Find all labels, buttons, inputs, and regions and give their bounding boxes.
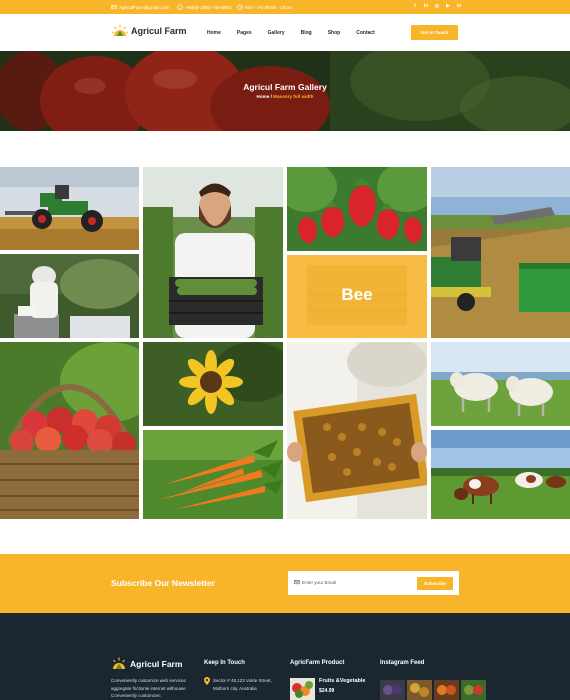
gallery-tile-honeycomb[interactable] bbox=[287, 342, 427, 519]
footer-logo[interactable]: Agricul Farm bbox=[111, 657, 182, 671]
nav-blog[interactable]: Blog bbox=[301, 30, 312, 36]
email-field[interactable]: Enter your Email bbox=[294, 579, 336, 585]
address-line: Sector # 48,123 Vokte Street, bbox=[213, 678, 272, 683]
gallery-tile-apples[interactable] bbox=[0, 342, 139, 519]
footer-address: Sector # 48,123 Vokte Street, Molborn ci… bbox=[204, 677, 279, 692]
envelope-icon bbox=[111, 5, 117, 10]
honeycomb-frame-image bbox=[287, 342, 427, 519]
tractor-image bbox=[0, 167, 139, 250]
instagram-icon[interactable]: ◎ bbox=[434, 3, 440, 9]
gallery-tile-sheep[interactable] bbox=[431, 342, 570, 426]
brand-name: Agricul Farm bbox=[131, 26, 187, 36]
bee-card-label: Bee bbox=[341, 285, 373, 304]
site-logo[interactable]: Agricul Farm bbox=[112, 24, 187, 38]
instagram-feed bbox=[380, 680, 486, 700]
strawberries-image bbox=[287, 167, 427, 251]
main-menu: Home Pages Gallery Blog Shop Contact bbox=[207, 30, 375, 36]
clock-icon bbox=[237, 4, 243, 10]
breadcrumb-current: Masonry full width bbox=[273, 94, 314, 99]
gallery-tile-bee-card[interactable]: Bee bbox=[287, 255, 427, 338]
site-footer: Agricul Farm Conveniently customize web … bbox=[0, 613, 570, 700]
topbar-phone[interactable]: +88(0)-1(80)-745-6983 bbox=[177, 4, 232, 10]
farmer-cucumbers-image bbox=[143, 167, 283, 338]
linkedin-icon[interactable]: in bbox=[423, 3, 429, 9]
page-hero-banner: Agricul Farm Gallery Home / Masonry full… bbox=[0, 51, 570, 131]
footer-about-text: Conveniently customize web services aggr… bbox=[111, 677, 197, 700]
phone-icon bbox=[177, 4, 183, 10]
nav-shop[interactable]: Shop bbox=[328, 30, 341, 36]
twitter-icon[interactable]: t bbox=[412, 3, 418, 9]
breadcrumb: Home / Masonry full width bbox=[0, 94, 570, 99]
gallery-tile-carrots[interactable] bbox=[143, 430, 283, 519]
product-price: $24.99 bbox=[319, 688, 335, 694]
footer-about-line: Conveniently customizec bbox=[111, 693, 161, 698]
footer-brand-name: Agricul Farm bbox=[130, 659, 183, 669]
instagram-thumb[interactable] bbox=[407, 680, 432, 700]
footer-about-line: Conveniently customize web services bbox=[111, 678, 186, 683]
instagram-thumb[interactable] bbox=[434, 680, 459, 700]
topbar-email[interactable]: AgriculFarm@gmail.com bbox=[111, 4, 169, 10]
envelope-icon bbox=[294, 580, 300, 585]
apple-basket-image bbox=[0, 342, 139, 519]
cows-image bbox=[431, 430, 570, 519]
nav-contact[interactable]: Contact bbox=[356, 30, 375, 36]
top-bar: AgriculFarm@gmail.com +88(0)-1(80)-745-6… bbox=[0, 0, 570, 14]
nav-gallery[interactable]: Gallery bbox=[268, 30, 285, 36]
nav-pages[interactable]: Pages bbox=[237, 30, 252, 36]
sun-logo-icon bbox=[112, 24, 128, 36]
newsletter-form: Enter your Email Subscribe bbox=[288, 571, 459, 595]
topbar-hours: Mon - Fri 09:00 - 18:00 bbox=[237, 4, 292, 10]
email-placeholder: Enter your Email bbox=[302, 579, 336, 585]
topbar-phone-text: +88(0)-1(80)-745-6983 bbox=[185, 4, 232, 10]
gallery-tile-cows[interactable] bbox=[431, 430, 570, 519]
breadcrumb-home[interactable]: Home bbox=[257, 94, 270, 99]
newsletter-title: Subscribe Our Newsletter bbox=[111, 578, 215, 588]
gallery-tile-sunflower[interactable] bbox=[143, 342, 283, 426]
nav-home[interactable]: Home bbox=[207, 30, 221, 36]
gallery-tile-harvester[interactable] bbox=[431, 167, 570, 338]
gallery-tile-farmer[interactable] bbox=[143, 167, 283, 338]
sunflower-image bbox=[143, 342, 283, 426]
product-name: Fruits &Vegetable bbox=[319, 678, 366, 684]
footer-about-line: aggregate frictionle internet withouwe bbox=[111, 685, 186, 691]
footer-contact-heading: Keep In Touch bbox=[204, 660, 245, 666]
sun-logo-icon bbox=[113, 657, 125, 669]
location-pin-icon bbox=[204, 677, 210, 685]
address-line: Molborn city, Australia bbox=[213, 685, 257, 691]
subscribe-button[interactable]: Subscribe bbox=[417, 577, 453, 590]
get-in-touch-button[interactable]: Get in Touch bbox=[411, 25, 458, 40]
linkedin-icon[interactable]: in bbox=[456, 3, 462, 9]
youtube-icon[interactable]: ▶ bbox=[445, 3, 451, 9]
footer-instagram-heading: Instagram Feed bbox=[380, 660, 425, 666]
harvester-image bbox=[431, 167, 570, 338]
page-title: Agricul Farm Gallery bbox=[243, 82, 327, 92]
footer-product-item[interactable]: Fruits &Vegetable $24.99 bbox=[290, 678, 365, 700]
beekeeper-image bbox=[0, 254, 139, 338]
instagram-thumb[interactable] bbox=[461, 680, 486, 700]
product-thumbnail bbox=[290, 678, 315, 700]
topbar-email-text: AgriculFarm@gmail.com bbox=[119, 4, 170, 10]
carrots-image bbox=[143, 430, 283, 519]
sheep-image bbox=[431, 342, 570, 426]
gallery-tile-beekeeper[interactable] bbox=[0, 254, 139, 338]
main-navbar: Agricul Farm Home Pages Gallery Blog Sho… bbox=[0, 14, 570, 51]
footer-product-heading: AgricFarm Product bbox=[290, 660, 345, 666]
masonry-gallery: Bee bbox=[0, 167, 570, 519]
social-links: t in ◎ ▶ in bbox=[412, 3, 462, 9]
gallery-tile-strawberries[interactable] bbox=[287, 167, 427, 251]
topbar-hours-text: Mon - Fri 09:00 - 18:00 bbox=[245, 4, 292, 10]
newsletter-section: Subscribe Our Newsletter Enter your Emai… bbox=[0, 554, 570, 613]
instagram-thumb[interactable] bbox=[380, 680, 405, 700]
gallery-tile-tractor[interactable] bbox=[0, 167, 139, 250]
